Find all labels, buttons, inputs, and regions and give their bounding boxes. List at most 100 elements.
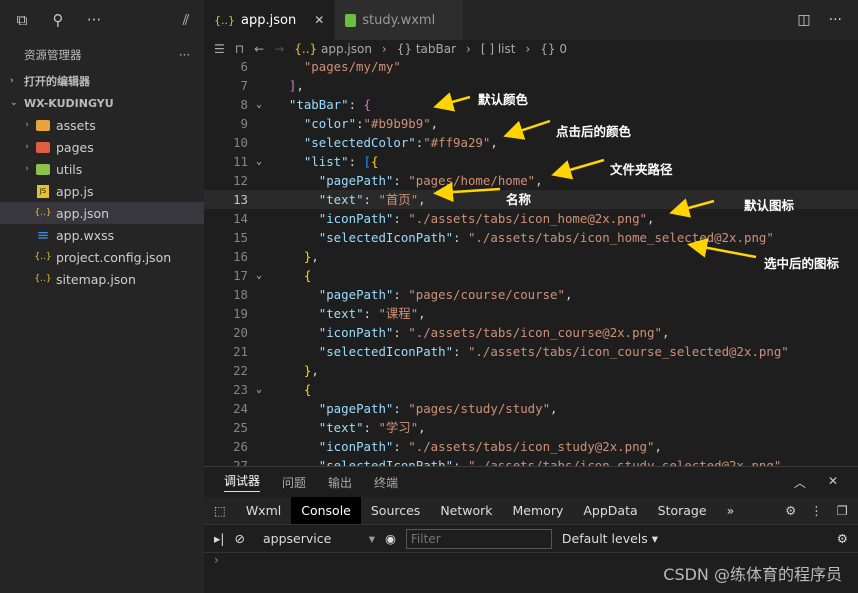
wxml-file-icon	[345, 13, 357, 27]
gear-icon[interactable]: ⚙	[785, 503, 796, 518]
panel-tabs: 调试器 问题 输出 终端 ︿ ✕	[204, 467, 858, 497]
folder-icon	[34, 163, 52, 175]
tree-item-app-json[interactable]: {..} app.json	[0, 202, 204, 224]
tree-item-label: project.config.json	[56, 249, 172, 265]
annotation-arrows	[433, 92, 757, 259]
tab-label: app.json	[241, 12, 297, 28]
more-actions-icon[interactable]: ···	[829, 12, 842, 28]
chevron-right-icon: ›	[25, 120, 29, 130]
annotation-selected-icon: 选中后的图标	[764, 256, 840, 271]
tree-item-app-wxss[interactable]: ≡ app.wxss	[0, 224, 204, 246]
open-editors-section[interactable]: › 打开的编辑器	[0, 70, 204, 92]
search-icon[interactable]: ⚲	[48, 11, 68, 29]
json-file-icon: {..}	[34, 252, 52, 262]
tab-debugger[interactable]: 调试器	[224, 472, 261, 492]
tab-app-json[interactable]: {..} app.json ✕	[204, 0, 336, 40]
devtool-tab-sources[interactable]: Sources	[361, 497, 430, 524]
editor-tabs: {..} app.json ✕ study.wxml ◫ ···	[204, 0, 858, 40]
more-icon[interactable]: ···	[84, 11, 104, 29]
tree-item-app-js[interactable]: JS app.js	[0, 180, 204, 202]
ide-window: ⧉ ⚲ ··· ⫽ 资源管理器 ··· › 打开的编辑器 ⌄ WX-KUDING…	[0, 0, 858, 593]
filter-input[interactable]	[405, 528, 552, 549]
editor: {..} app.json ✕ study.wxml ◫ ··· ☰ ⊓ ← →…	[204, 0, 858, 466]
arrow-folder-path	[551, 158, 605, 180]
breadcrumb-file[interactable]: {..} app.json	[294, 42, 372, 56]
breadcrumb-item[interactable]: [ ] list	[481, 42, 516, 56]
tree-item-label: utils	[56, 161, 83, 177]
activity-bar: ⧉ ⚲ ··· ⫽	[0, 0, 204, 40]
inspect-icon[interactable]: ⬚	[204, 497, 236, 524]
breadcrumb-item: app.json	[321, 41, 372, 56]
tree-item-assets[interactable]: › assets	[0, 114, 204, 136]
eye-icon[interactable]: ◉	[385, 531, 396, 546]
more-tabs-icon[interactable]: »	[717, 497, 745, 524]
annotation-default-color: 默认颜色	[478, 92, 529, 107]
annotation-default-icon: 默认图标	[744, 198, 795, 213]
breadcrumb-separator: ›	[381, 41, 387, 56]
dock-icon[interactable]: ❐	[837, 503, 848, 518]
console-settings-icon[interactable]: ⚙	[837, 531, 858, 546]
copy-icon[interactable]: ⧉	[12, 11, 32, 29]
code-area[interactable]: 6 "pages/my/my" 7 ], 8 ⌄ "tabBar": {9 "colo…	[204, 57, 858, 466]
arrow-default-color	[433, 92, 471, 112]
explorer-header: 资源管理器 ···	[0, 40, 204, 70]
annotation-folder-path: 文件夹路径	[610, 162, 673, 177]
back-arrow-icon[interactable]: ←	[254, 42, 264, 56]
levels-select[interactable]: Default levels ▾	[562, 531, 658, 546]
devtools-tabs: ⬚ Wxml Console Sources Network Memory Ap…	[204, 497, 858, 525]
file-tree: › assets › pages › utils JS app.js {..} app.json ≡…	[0, 114, 204, 290]
open-editors-label: 打开的编辑器	[24, 75, 90, 88]
devtool-tab-wxml[interactable]: Wxml	[236, 497, 291, 524]
tab-terminal[interactable]: 终端	[374, 474, 398, 491]
project-section[interactable]: ⌄ WX-KUDINGYU	[0, 92, 204, 114]
arrow-default-icon	[669, 198, 715, 218]
devtool-tab-console[interactable]: Console	[291, 497, 361, 524]
explorer-more-icon[interactable]: ···	[179, 48, 190, 62]
tree-item-label: app.js	[56, 183, 94, 199]
json-file-icon: {..}	[294, 41, 318, 56]
js-file-icon: JS	[37, 184, 49, 198]
context-value: appservice	[262, 531, 332, 546]
tab-problems[interactable]: 问题	[282, 474, 306, 491]
dropdown-arrow-icon: ▾	[651, 531, 659, 546]
bottom-panel: 调试器 问题 输出 终端 ︿ ✕ ⬚ Wxml Console Sources …	[204, 466, 858, 593]
tree-item-utils[interactable]: › utils	[0, 158, 204, 180]
watermark: CSDN @练体育的程序员	[663, 565, 842, 584]
breadcrumb: ☰ ⊓ ← → {..} app.json › {} tabBar › [ ] …	[204, 40, 858, 57]
bookmark-icon[interactable]: ⊓	[235, 42, 244, 56]
wxss-file-icon: ≡	[36, 226, 50, 244]
chevron-down-icon: ⌄	[10, 98, 18, 108]
tree-item-sitemap-json[interactable]: {..} sitemap.json	[0, 268, 204, 290]
tree-item-project-config-json[interactable]: {..} project.config.json	[0, 246, 204, 268]
sidebar-toggle-icon[interactable]: ▸|	[214, 531, 225, 546]
devtool-tab-appdata[interactable]: AppData	[573, 497, 647, 524]
devtool-tab-network[interactable]: Network	[430, 497, 502, 524]
chevron-up-icon[interactable]: ︿	[794, 474, 806, 491]
tab-study-wxml[interactable]: study.wxml	[335, 0, 465, 40]
devtool-tab-storage[interactable]: Storage	[648, 497, 717, 524]
forward-arrow-icon[interactable]: →	[274, 42, 284, 56]
split-icon[interactable]: ⫽	[176, 11, 196, 29]
tree-item-pages[interactable]: › pages	[0, 136, 204, 158]
tree-item-label: app.json	[56, 205, 110, 221]
breadcrumb-item[interactable]: {} tabBar	[397, 42, 456, 56]
folder-icon	[34, 119, 52, 131]
split-editor-icon[interactable]: ◫	[797, 12, 810, 28]
chevron-right-icon: ›	[25, 142, 29, 152]
annotation-name: 名称	[506, 192, 532, 207]
json-file-icon: {..}	[34, 208, 52, 218]
devtool-tab-memory[interactable]: Memory	[503, 497, 574, 524]
kebab-menu-icon[interactable]: ⋮	[810, 503, 823, 518]
tab-output[interactable]: 输出	[328, 474, 352, 491]
close-panel-icon[interactable]: ✕	[828, 474, 838, 491]
levels-value: Default levels	[561, 531, 648, 546]
json-file-icon: {..}	[34, 274, 52, 284]
clear-console-icon[interactable]: ⊘	[235, 531, 245, 546]
folder-icon	[34, 141, 52, 153]
json-file-icon: {..}	[214, 13, 235, 27]
list-icon[interactable]: ☰	[214, 42, 225, 56]
context-select[interactable]: appservice ▾	[255, 531, 375, 546]
tab-label: study.wxml	[362, 12, 436, 28]
close-icon[interactable]: ✕	[314, 13, 324, 27]
breadcrumb-item[interactable]: {} 0	[540, 42, 567, 56]
